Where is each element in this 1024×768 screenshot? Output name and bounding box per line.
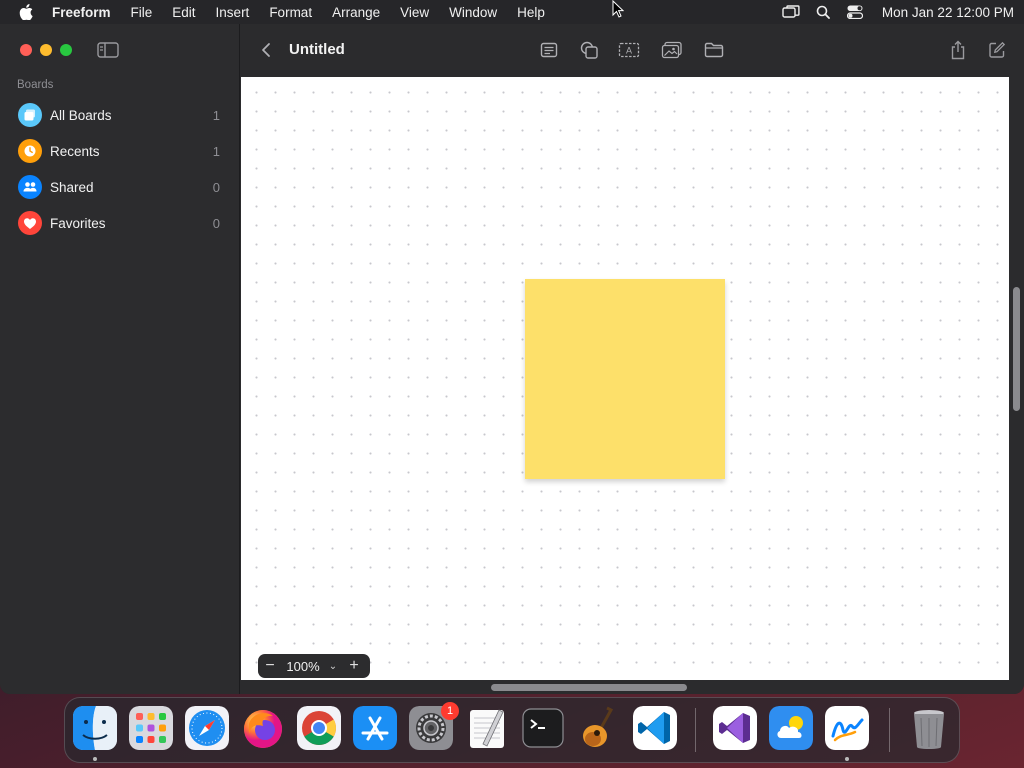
menu-help[interactable]: Help <box>507 5 555 20</box>
trash-icon[interactable] <box>907 706 951 750</box>
sidebar-item-label: Recents <box>50 143 100 159</box>
textedit-icon[interactable] <box>465 706 509 750</box>
menu-file[interactable]: File <box>121 5 163 20</box>
control-center-icon[interactable] <box>846 4 864 20</box>
terminal-icon[interactable] <box>521 706 565 750</box>
chrome-icon[interactable] <box>297 706 341 750</box>
zoom-level[interactable]: 100% <box>282 659 324 674</box>
sidebar-item-shared[interactable]: Shared 0 <box>8 169 232 205</box>
sidebar-item-count: 0 <box>212 215 220 231</box>
toolbar: Untitled A <box>241 24 1024 77</box>
back-button[interactable] <box>259 40 275 60</box>
menu-bar: Freeform File Edit Insert Format Arrange… <box>0 0 1024 24</box>
compose-icon[interactable] <box>985 39 1009 61</box>
sidebar-toggle-icon[interactable] <box>97 42 119 58</box>
menu-app-name[interactable]: Freeform <box>52 5 121 20</box>
sticky-note-icon[interactable] <box>537 39 561 61</box>
text-box-icon[interactable]: A <box>617 39 641 61</box>
svg-text:A: A <box>626 46 632 56</box>
sidebar-item-label: All Boards <box>50 107 112 123</box>
freeform-icon[interactable] <box>825 706 869 750</box>
zoom-control: − 100% ⌄ + <box>258 654 370 678</box>
menu-arrange[interactable]: Arrange <box>322 5 390 20</box>
shapes-icon[interactable] <box>577 39 601 61</box>
finder-running-indicator <box>93 757 97 761</box>
sidebar-item-count: 1 <box>212 107 220 123</box>
people-icon <box>18 175 42 199</box>
close-window-button[interactable] <box>20 44 32 56</box>
settings-badge: 1 <box>441 702 459 720</box>
zoom-window-button[interactable] <box>60 44 72 56</box>
menu-window[interactable]: Window <box>439 5 507 20</box>
apple-menu-icon[interactable] <box>0 4 52 20</box>
spotlight-search-icon[interactable] <box>814 4 832 20</box>
media-icon[interactable] <box>660 39 684 61</box>
board-canvas[interactable] <box>241 77 1009 680</box>
dock: 1 <box>64 697 960 763</box>
firefox-icon[interactable] <box>241 706 285 750</box>
zoom-in-button[interactable]: + <box>342 657 366 675</box>
boards-list: All Boards 1 Recents 1 Shared 0 Favorite… <box>8 97 232 241</box>
launchpad-icon[interactable] <box>129 706 173 750</box>
zoom-dropdown-icon[interactable]: ⌄ <box>324 661 342 672</box>
boards-section-title: Boards <box>17 79 54 91</box>
horizontal-scrollbar[interactable] <box>491 684 687 691</box>
sidebar-item-all-boards[interactable]: All Boards 1 <box>8 97 232 133</box>
finder-icon[interactable] <box>73 706 117 750</box>
sidebar: Boards All Boards 1 Recents 1 Shared 0 F… <box>0 24 240 694</box>
sidebar-item-favorites[interactable]: Favorites 0 <box>8 205 232 241</box>
dock-separator <box>695 708 696 752</box>
menu-view[interactable]: View <box>390 5 439 20</box>
app-store-icon[interactable] <box>353 706 397 750</box>
vertical-scrollbar[interactable] <box>1013 287 1020 411</box>
weather-icon[interactable] <box>769 706 813 750</box>
menu-insert[interactable]: Insert <box>206 5 260 20</box>
heart-icon <box>18 211 42 235</box>
screen-mirroring-icon[interactable] <box>782 4 800 20</box>
freeform-running-indicator <box>845 757 849 761</box>
sidebar-item-recents[interactable]: Recents 1 <box>8 133 232 169</box>
garageband-icon[interactable] <box>577 706 621 750</box>
menu-edit[interactable]: Edit <box>162 5 205 20</box>
share-icon[interactable] <box>946 39 970 61</box>
dock-separator <box>889 708 890 752</box>
sidebar-item-label: Shared <box>50 179 94 195</box>
all-boards-icon <box>18 103 42 127</box>
clock-icon <box>18 139 42 163</box>
folder-icon[interactable] <box>702 39 726 61</box>
visual-studio-icon[interactable] <box>713 706 757 750</box>
board-area: Untitled A − 100% ⌄ + <box>241 24 1024 694</box>
freeform-window: Boards All Boards 1 Recents 1 Shared 0 F… <box>0 24 1024 694</box>
mouse-cursor-icon <box>612 0 625 18</box>
sidebar-item-count: 1 <box>212 143 220 159</box>
window-controls <box>20 44 72 56</box>
vscode-icon[interactable] <box>633 706 677 750</box>
menu-format[interactable]: Format <box>259 5 322 20</box>
zoom-out-button[interactable]: − <box>258 657 282 675</box>
minimize-window-button[interactable] <box>40 44 52 56</box>
safari-icon[interactable] <box>185 706 229 750</box>
sidebar-item-count: 0 <box>212 179 220 195</box>
sticky-note[interactable] <box>525 279 725 479</box>
menu-clock[interactable]: Mon Jan 22 12:00 PM <box>882 5 1014 20</box>
board-title[interactable]: Untitled <box>289 41 345 58</box>
sidebar-item-label: Favorites <box>50 215 106 231</box>
